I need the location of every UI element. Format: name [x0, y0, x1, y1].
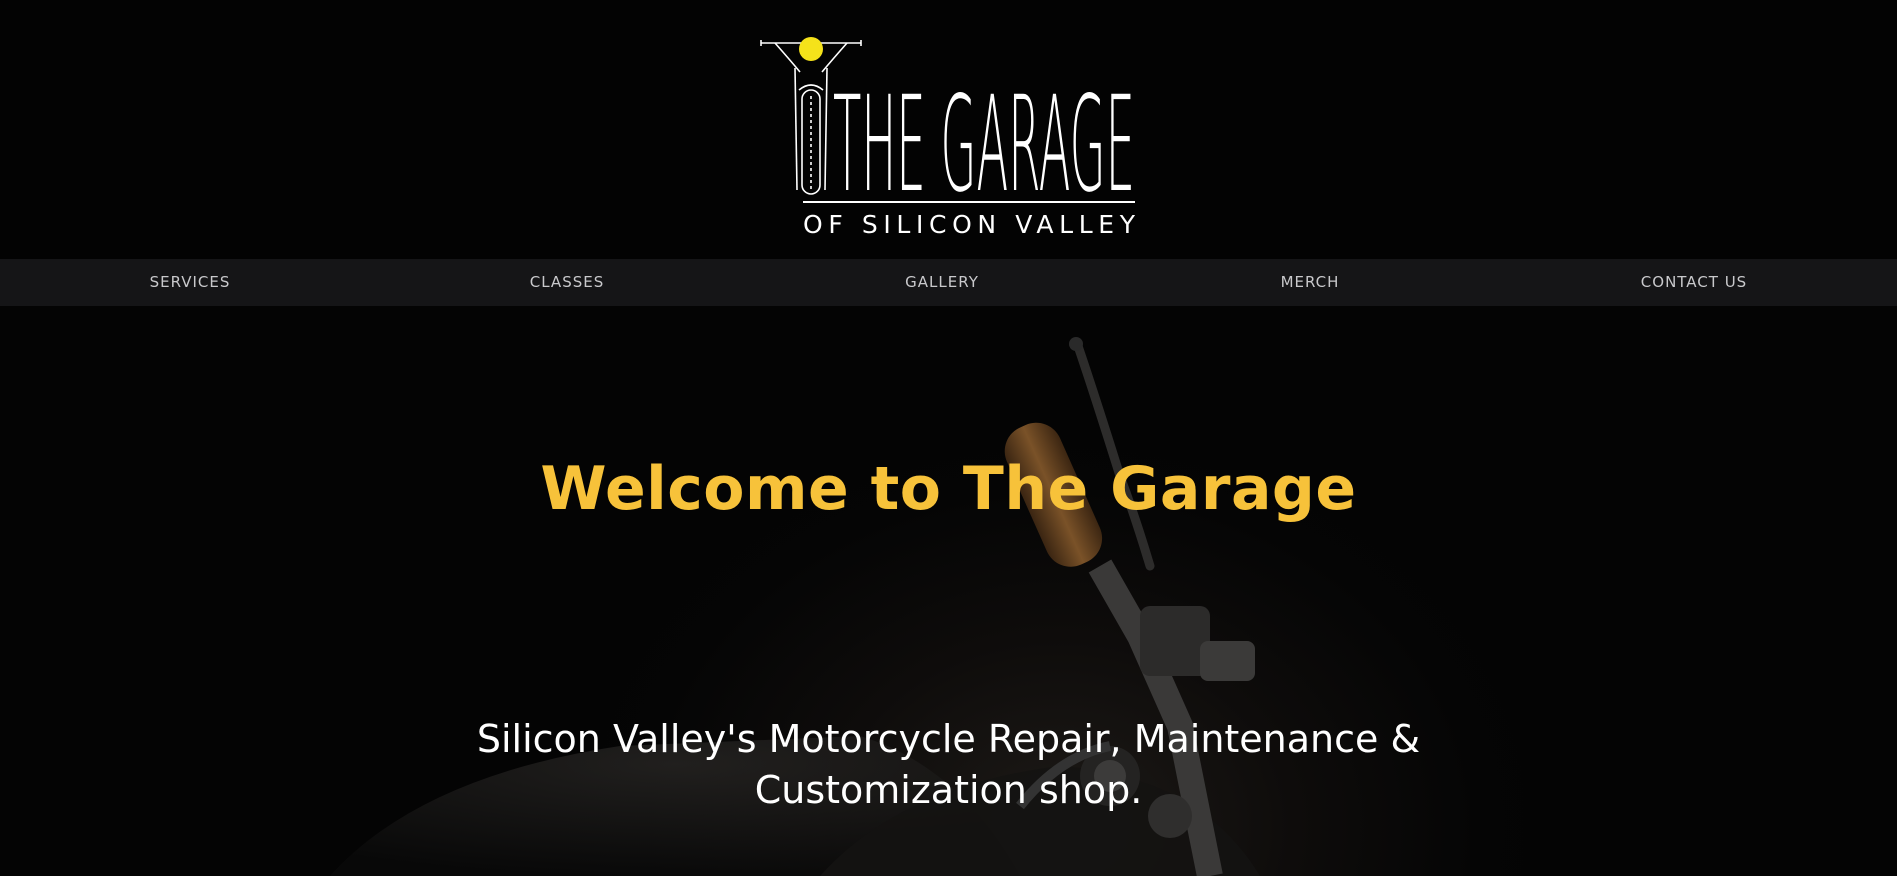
hero-title: Welcome to The Garage [540, 454, 1357, 525]
headlight-icon [799, 37, 823, 61]
site-logo[interactable]: THE GARAGE OF SILICON VALLEY [755, 30, 1145, 245]
site-header: THE GARAGE OF SILICON VALLEY [0, 0, 1897, 259]
nav-item-classes[interactable]: CLASSES [530, 259, 604, 306]
logo-title: THE GARAGE [833, 68, 1135, 222]
nav-item-contact-us[interactable]: CONTACT US [1641, 259, 1747, 306]
main-nav: SERVICES CLASSES GALLERY MERCH CONTACT U… [0, 259, 1897, 306]
nav-item-merch[interactable]: MERCH [1281, 259, 1340, 306]
nav-item-gallery[interactable]: GALLERY [905, 259, 979, 306]
hero-section: Welcome to The Garage Silicon Valley's M… [0, 306, 1897, 876]
nav-item-services[interactable]: SERVICES [150, 259, 231, 306]
logo-subtitle: OF SILICON VALLEY [803, 210, 1136, 239]
hero-subtitle: Silicon Valley's Motorcycle Repair, Main… [476, 717, 1421, 812]
